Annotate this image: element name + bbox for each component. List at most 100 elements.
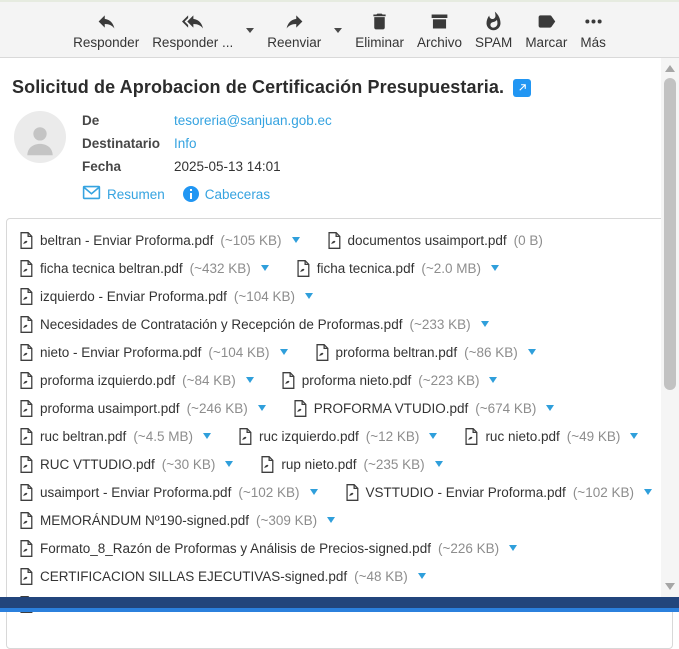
scroll-up-arrow-icon[interactable] bbox=[665, 65, 675, 72]
reply-icon bbox=[96, 11, 117, 32]
attachment-size: (~102 KB) bbox=[238, 485, 299, 500]
attachment-menu-caret-icon[interactable] bbox=[630, 433, 638, 439]
attachment-menu-caret-icon[interactable] bbox=[203, 433, 211, 439]
attachment-item[interactable]: Formato_8_Razón de Proformas y Análisis … bbox=[19, 540, 517, 557]
to-recipient-link[interactable]: Info bbox=[174, 132, 197, 155]
attachment-menu-caret-icon[interactable] bbox=[280, 349, 288, 355]
attachment-name: RUC VTTUDIO.pdf bbox=[40, 457, 155, 472]
scroll-down-arrow-icon[interactable] bbox=[665, 583, 675, 590]
bottom-blue-bar bbox=[0, 608, 679, 612]
attachment-item[interactable]: proforma beltran.pdf (~86 KB) bbox=[315, 344, 536, 361]
attachment-item[interactable]: nieto - Enviar Proforma.pdf (~104 KB) bbox=[19, 344, 288, 361]
attachment-item[interactable]: proforma nieto.pdf (~223 KB) bbox=[281, 372, 498, 389]
attachment-menu-caret-icon[interactable] bbox=[528, 349, 536, 355]
attachment-name: proforma usaimport.pdf bbox=[40, 401, 180, 416]
attachment-item[interactable]: usaimport - Enviar Proforma.pdf (~102 KB… bbox=[19, 484, 318, 501]
reply-button-label: Responder bbox=[73, 35, 139, 50]
attachment-menu-caret-icon[interactable] bbox=[546, 405, 554, 411]
pdf-file-icon bbox=[19, 428, 33, 445]
attachment-item[interactable]: ruc nieto.pdf (~49 KB) bbox=[464, 428, 638, 445]
summary-link[interactable]: Resumen bbox=[82, 185, 165, 203]
delete-button[interactable]: Eliminar bbox=[355, 11, 404, 50]
attachment-size: (~86 KB) bbox=[464, 345, 518, 360]
attachment-size: (~104 KB) bbox=[234, 289, 295, 304]
headers-link-label: Cabeceras bbox=[205, 187, 270, 202]
attachment-menu-caret-icon[interactable] bbox=[489, 377, 497, 383]
attachment-menu-caret-icon[interactable] bbox=[481, 321, 489, 327]
attachment-item[interactable]: Necesidades de Contratación y Recepción … bbox=[19, 316, 489, 333]
attachment-menu-caret-icon[interactable] bbox=[292, 237, 300, 243]
attachment-item[interactable]: CERTIFICACION SILLAS EJECUTIVAS-signed.p… bbox=[19, 568, 426, 585]
attachment-item[interactable]: ruc izquierdo.pdf (~12 KB) bbox=[238, 428, 437, 445]
reply-button[interactable]: Responder bbox=[73, 11, 139, 50]
reply-all-icon bbox=[182, 11, 203, 32]
attachment-menu-caret-icon[interactable] bbox=[258, 405, 266, 411]
pdf-file-icon bbox=[327, 232, 341, 249]
forward-icon bbox=[284, 11, 305, 32]
pdf-file-icon bbox=[345, 484, 359, 501]
attachment-menu-caret-icon[interactable] bbox=[310, 489, 318, 495]
forward-button[interactable]: Reenviar bbox=[267, 11, 321, 50]
reply-all-button[interactable]: Responder ... bbox=[152, 11, 233, 50]
attachment-item[interactable]: beltran - Enviar Proforma.pdf (~105 KB) bbox=[19, 232, 300, 249]
attachment-row: RUC VTTUDIO.pdf (~30 KB) rup nieto.pdf (… bbox=[13, 450, 666, 478]
attachment-item[interactable]: MEMORÁNDUM Nº190-signed.pdf (~309 KB) bbox=[19, 512, 335, 529]
headers-link[interactable]: Cabeceras bbox=[183, 186, 270, 202]
attachment-menu-caret-icon[interactable] bbox=[644, 489, 652, 495]
pdf-file-icon bbox=[260, 456, 274, 473]
spam-button[interactable]: SPAM bbox=[475, 11, 512, 50]
attachment-item[interactable]: izquierdo - Enviar Proforma.pdf (~104 KB… bbox=[19, 288, 313, 305]
attachment-size: (~674 KB) bbox=[475, 401, 536, 416]
attachment-item[interactable]: proforma izquierdo.pdf (~84 KB) bbox=[19, 372, 254, 389]
attachment-item[interactable]: ficha tecnica.pdf (~2.0 MB) bbox=[296, 260, 499, 277]
attachment-size: (~235 KB) bbox=[363, 457, 424, 472]
reply-all-button-label: Responder ... bbox=[152, 35, 233, 50]
pdf-file-icon bbox=[19, 316, 33, 333]
attachment-item[interactable]: rup nieto.pdf (~235 KB) bbox=[260, 456, 442, 473]
attachment-item[interactable]: ficha tecnica beltran.pdf (~432 KB) bbox=[19, 260, 269, 277]
attachment-name: izquierdo - Enviar Proforma.pdf bbox=[40, 289, 227, 304]
attachment-size: (~84 KB) bbox=[182, 373, 236, 388]
attachment-name: proforma izquierdo.pdf bbox=[40, 373, 175, 388]
header-row-to: Destinatario Info bbox=[82, 132, 332, 155]
scrollbar-thumb[interactable] bbox=[664, 78, 676, 390]
attachment-item[interactable]: RUC VTTUDIO.pdf (~30 KB) bbox=[19, 456, 233, 473]
message-header: Solicitud de Aprobacion de Certificación… bbox=[0, 77, 679, 203]
attachment-size: (~2.0 MB) bbox=[421, 261, 481, 276]
attachment-size: (~30 KB) bbox=[162, 457, 216, 472]
attachment-name: ruc beltran.pdf bbox=[40, 429, 126, 444]
attachment-menu-caret-icon[interactable] bbox=[435, 461, 443, 467]
attachment-menu-caret-icon[interactable] bbox=[327, 517, 335, 523]
attachment-item[interactable]: documentos usaimport.pdf (0 B) bbox=[327, 232, 543, 249]
pdf-file-icon bbox=[293, 400, 307, 417]
attachment-item[interactable]: VSTTUDIO - Enviar Proforma.pdf (~102 KB) bbox=[345, 484, 652, 501]
mark-button[interactable]: Marcar bbox=[525, 11, 567, 50]
from-label: De bbox=[82, 109, 174, 132]
archive-button[interactable]: Archivo bbox=[417, 11, 462, 50]
more-button[interactable]: Más bbox=[580, 11, 606, 50]
attachment-menu-caret-icon[interactable] bbox=[261, 265, 269, 271]
attachment-menu-caret-icon[interactable] bbox=[305, 293, 313, 299]
delete-button-label: Eliminar bbox=[355, 35, 404, 50]
attachment-menu-caret-icon[interactable] bbox=[246, 377, 254, 383]
from-address-link[interactable]: tesoreria@sanjuan.gob.ec bbox=[174, 109, 332, 132]
attachment-item[interactable]: ruc beltran.pdf (~4.5 MB) bbox=[19, 428, 211, 445]
attachment-menu-caret-icon[interactable] bbox=[225, 461, 233, 467]
attachment-item[interactable]: PROFORMA VTUDIO.pdf (~674 KB) bbox=[293, 400, 555, 417]
attachment-row: MEMORÁNDUM Nº190-signed.pdf (~309 KB) bbox=[13, 506, 666, 534]
attachment-menu-caret-icon[interactable] bbox=[509, 545, 517, 551]
tag-icon bbox=[536, 11, 557, 32]
attachment-menu-caret-icon[interactable] bbox=[491, 265, 499, 271]
open-in-new-window-button[interactable] bbox=[513, 79, 531, 97]
attachment-menu-caret-icon[interactable] bbox=[418, 573, 426, 579]
vertical-scrollbar[interactable] bbox=[661, 58, 679, 597]
attachment-size: (~4.5 MB) bbox=[133, 429, 193, 444]
forward-menu-caret-icon[interactable] bbox=[334, 28, 342, 33]
pdf-file-icon bbox=[19, 568, 33, 585]
reply-all-menu-caret-icon[interactable] bbox=[246, 28, 254, 33]
attachment-item[interactable]: proforma usaimport.pdf (~246 KB) bbox=[19, 400, 266, 417]
pdf-file-icon bbox=[19, 344, 33, 361]
sender-avatar bbox=[14, 111, 66, 163]
attachment-menu-caret-icon[interactable] bbox=[429, 433, 437, 439]
attachment-size: (~309 KB) bbox=[256, 513, 317, 528]
